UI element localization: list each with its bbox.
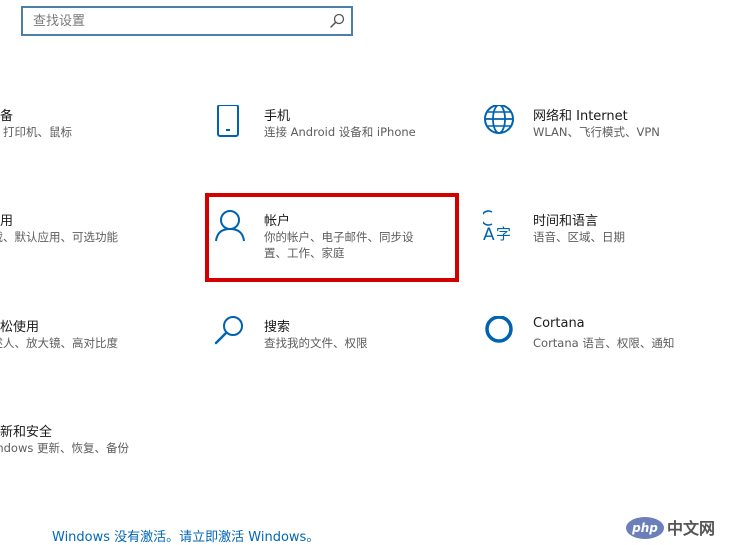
tile-network-desc: WLAN、飞行模式、VPN	[533, 125, 660, 139]
svg-text:字: 字	[496, 225, 511, 243]
search-icon[interactable]	[329, 13, 345, 29]
tile-update-security[interactable]: 更新和安全 Windows 更新、恢复、备份	[0, 421, 237, 491]
tile-search-desc: 查找我的文件、权限	[264, 336, 368, 350]
tile-update-security-title: 更新和安全	[0, 425, 53, 440]
tile-ease-of-access[interactable]: 轻松使用 讲述人、放大镜、高对比度	[0, 316, 237, 386]
tile-search[interactable]: 搜索 查找我的文件、权限	[214, 316, 464, 386]
tile-time-language[interactable]: A 字 时间和语言 语音、区域、日期	[483, 210, 733, 280]
tile-cortana[interactable]: Cortana Cortana 语言、权限、通知	[483, 316, 733, 386]
magnifier-icon	[214, 316, 243, 345]
svg-text:中文网: 中文网	[667, 519, 715, 538]
activation-link[interactable]: Windows 没有激活。请立即激活 Windows。	[52, 526, 319, 545]
tile-network-title: 网络和 Internet	[533, 109, 628, 124]
svg-text:php: php	[631, 521, 658, 535]
highlight-box	[205, 193, 459, 282]
tile-search-title: 搜索	[264, 320, 291, 335]
tile-update-security-desc: Windows 更新、恢复、备份	[0, 441, 129, 455]
globe-icon	[484, 105, 514, 134]
cortana-icon	[485, 316, 513, 343]
tile-cortana-desc: Cortana 语言、权限、通知	[533, 336, 675, 350]
tile-ease-of-access-desc: 讲述人、放大镜、高对比度	[0, 336, 118, 350]
search-input[interactable]	[33, 8, 323, 34]
tile-apps[interactable]: 应用 卸载、默认应用、可选功能	[0, 210, 237, 280]
tile-time-language-desc: 语音、区域、日期	[533, 230, 625, 244]
tile-cortana-title: Cortana	[533, 316, 585, 331]
tile-devices-desc: 牙、打印机、鼠标	[0, 125, 72, 139]
language-icon: A 字	[483, 210, 511, 245]
tile-apps-desc: 卸载、默认应用、可选功能	[0, 230, 118, 244]
tile-network[interactable]: 网络和 Internet WLAN、飞行模式、VPN	[483, 105, 733, 175]
tile-time-language-title: 时间和语言	[533, 214, 599, 229]
watermark-logo: php 中文网	[626, 517, 715, 539]
tile-devices[interactable]: 设备 牙、打印机、鼠标	[0, 105, 237, 175]
phone-icon	[217, 105, 239, 137]
svg-text:A: A	[483, 225, 495, 245]
tile-phone-desc: 连接 Android 设备和 iPhone	[264, 125, 416, 139]
tile-ease-of-access-title: 轻松使用	[0, 320, 40, 335]
tile-phone[interactable]: 手机 连接 Android 设备和 iPhone	[214, 105, 464, 175]
tile-apps-title: 应用	[0, 214, 14, 229]
tile-phone-title: 手机	[264, 109, 291, 124]
tile-devices-title: 设备	[0, 109, 14, 124]
search-box[interactable]	[21, 6, 353, 36]
